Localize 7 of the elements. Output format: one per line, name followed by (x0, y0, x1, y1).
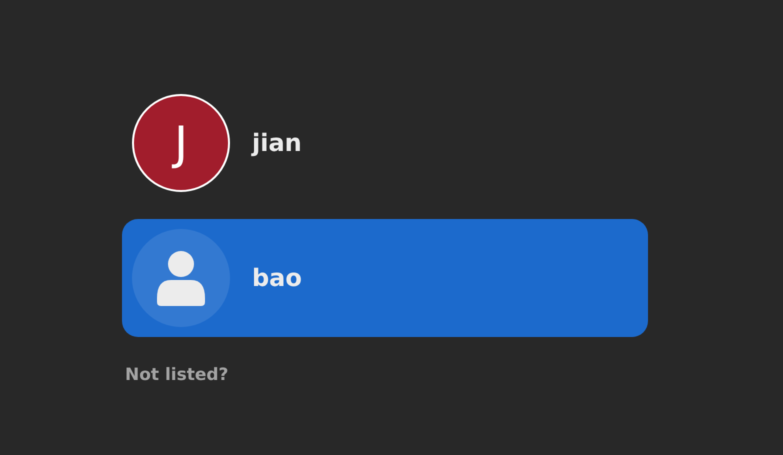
user-row-selected[interactable]: bao (122, 219, 648, 337)
user-name: bao (252, 263, 302, 294)
avatar: J (132, 94, 230, 192)
user-name: jian (252, 128, 302, 159)
user-row[interactable]: J jian (122, 84, 648, 202)
person-icon (157, 250, 205, 306)
not-listed-link[interactable]: Not listed? (125, 365, 228, 385)
